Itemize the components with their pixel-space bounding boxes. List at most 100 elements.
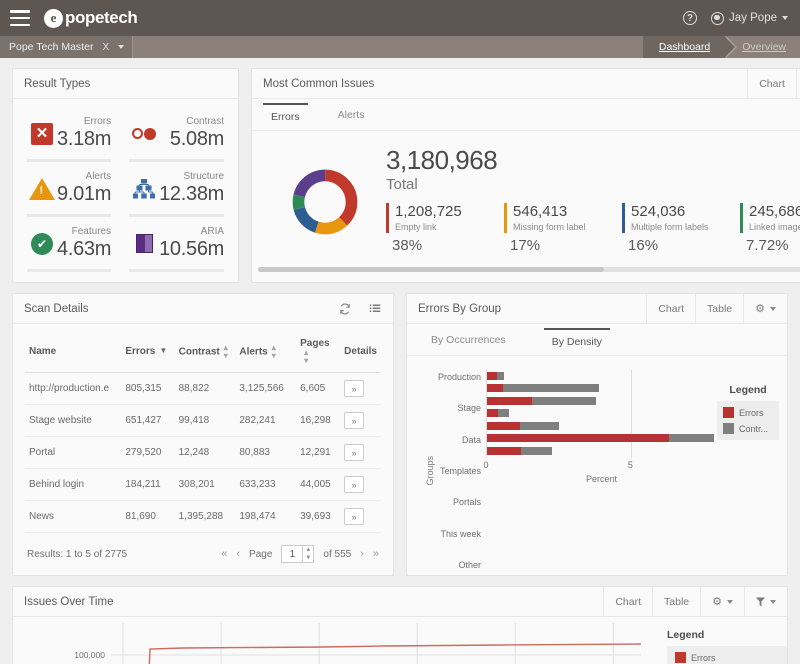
bar-group-this-week[interactable] <box>487 434 717 442</box>
breadcrumb-item-dashboard[interactable]: Dashboard <box>643 36 724 58</box>
horizontal-scrollbar[interactable] <box>258 267 800 272</box>
issue-stat-percent: 16% <box>622 237 726 254</box>
legend-item-0[interactable]: Errors <box>675 652 779 663</box>
donut-chart[interactable] <box>270 145 380 259</box>
result-types-grid: ✕Errors3.18m Contrast5.08m Alerts9.01m Stru… <box>13 99 238 282</box>
line-chart[interactable]: 100,000 <box>13 617 655 664</box>
cell-errors: 184,211 <box>121 469 174 501</box>
details-button[interactable]: » <box>344 508 364 525</box>
bar-contrast[interactable] <box>532 397 596 405</box>
bar-group-production[interactable] <box>487 372 717 380</box>
settings-button[interactable]: ⚙ <box>700 587 744 616</box>
table-row[interactable]: Stage website651,42799,418282,24116,298» <box>25 405 381 437</box>
bar-contrast[interactable] <box>520 422 559 430</box>
chart-view-button[interactable]: Chart <box>747 69 796 98</box>
grouped-bar-chart[interactable]: Groups ProductionStageDataTemplatesPorta… <box>411 370 717 571</box>
column-header-label: Details <box>344 346 377 357</box>
tab-by-occurrences[interactable]: By Occurrences <box>423 330 514 355</box>
column-header-errors[interactable]: Errors▼ <box>121 332 174 373</box>
column-header-label: Name <box>29 346 56 357</box>
bar-errors[interactable] <box>487 409 498 417</box>
cell-contrast: 308,201 <box>175 469 236 501</box>
table-view-button[interactable]: Table <box>652 587 700 616</box>
tab-errors[interactable]: Errors <box>263 103 308 130</box>
details-button[interactable]: » <box>344 476 364 493</box>
bar-errors[interactable] <box>487 447 521 455</box>
close-icon[interactable]: X <box>102 42 109 53</box>
bar-contrast[interactable] <box>521 447 553 455</box>
bar-contrast[interactable] <box>497 372 504 380</box>
column-header-contrast[interactable]: Contrast▴▾ <box>175 332 236 373</box>
y-tick-label: Portals <box>438 497 481 508</box>
topbar-right-group: ? Jay Pope <box>683 11 788 25</box>
prev-page-button[interactable]: ‹ <box>236 548 240 560</box>
details-button[interactable]: » <box>344 412 364 429</box>
result-type-text: Structure12.38m <box>159 171 224 206</box>
column-header-name[interactable]: Name <box>25 332 121 373</box>
list-icon[interactable] <box>360 294 393 323</box>
panel-title: Issues Over Time <box>13 587 603 616</box>
stepper-up-icon[interactable]: ▲ <box>305 547 311 553</box>
legend-swatch <box>675 652 686 663</box>
scrollbar-thumb[interactable] <box>258 267 604 272</box>
result-type-errors[interactable]: ✕Errors3.18m <box>27 107 111 162</box>
result-type-structure[interactable]: Structure12.38m <box>129 162 224 217</box>
result-type-alerts[interactable]: Alerts9.01m <box>27 162 111 217</box>
column-header-alerts[interactable]: Alerts▴▾ <box>235 332 296 373</box>
bar-errors[interactable] <box>487 384 503 392</box>
help-icon[interactable]: ? <box>683 11 697 25</box>
table-row[interactable]: Behind login184,211308,201633,23344,005» <box>25 469 381 501</box>
issue-stat-3[interactable]: 245,686Linked image7.72% <box>740 203 800 254</box>
column-header-details: Details <box>340 332 381 373</box>
column-header-pages[interactable]: Pages▴▾ <box>296 332 340 373</box>
refresh-icon[interactable] <box>330 294 360 323</box>
bar-group-portals[interactable] <box>487 422 717 430</box>
bar-errors[interactable] <box>487 372 497 380</box>
first-page-button[interactable]: « <box>221 548 227 560</box>
chevron-down-icon[interactable] <box>118 45 124 49</box>
table-view-button[interactable]: Table <box>796 69 800 98</box>
brand-logo[interactable]: e popetech <box>44 8 137 28</box>
tab-by-density[interactable]: By Density <box>544 328 610 355</box>
result-types-panel: Result Types ✕Errors3.18mContrast5.08mAl… <box>12 68 239 283</box>
details-button[interactable]: » <box>344 380 364 397</box>
bar-group-data[interactable] <box>487 397 717 405</box>
next-page-button[interactable]: › <box>360 548 364 560</box>
chart-view-button[interactable]: Chart <box>603 587 652 616</box>
legend-item-0[interactable]: Errors <box>723 407 773 418</box>
result-type-text: Errors3.18m <box>57 116 111 151</box>
issue-stat-percent: 38% <box>386 237 490 254</box>
table-row[interactable]: http://production.e805,31588,8223,125,56… <box>25 373 381 405</box>
last-page-button[interactable]: » <box>373 548 379 560</box>
page-stepper[interactable]: ▲ ▼ <box>303 545 314 563</box>
bar-group-other[interactable] <box>487 447 717 455</box>
stepper-down-icon[interactable]: ▼ <box>305 555 311 561</box>
bar-contrast[interactable] <box>669 434 714 442</box>
bar-errors[interactable] <box>487 434 669 442</box>
details-button[interactable]: » <box>344 444 364 461</box>
table-row[interactable]: News81,6901,395,288198,47439,693» <box>25 501 381 533</box>
bar-group-templates[interactable] <box>487 409 717 417</box>
table-view-button[interactable]: Table <box>695 294 743 323</box>
hamburger-menu-icon[interactable] <box>10 10 30 26</box>
user-menu[interactable]: Jay Pope <box>711 12 788 25</box>
issue-stat-1[interactable]: 546,413Missing form label17% <box>504 203 608 254</box>
legend-item-1[interactable]: Contr... <box>723 423 773 434</box>
bar-contrast[interactable] <box>498 409 508 417</box>
table-row[interactable]: Portal279,52012,24880,88312,291» <box>25 437 381 469</box>
bar-errors[interactable] <box>487 422 520 430</box>
bar-errors[interactable] <box>487 397 532 405</box>
chart-view-button[interactable]: Chart <box>646 294 695 323</box>
filter-button[interactable] <box>744 587 787 616</box>
result-type-features[interactable]: ✔Features4.63m <box>27 217 111 272</box>
bar-contrast[interactable] <box>503 384 599 392</box>
issue-stat-0[interactable]: 1,208,725Empty link38% <box>386 203 490 254</box>
tab-alerts[interactable]: Alerts <box>330 105 373 130</box>
result-type-aria[interactable]: ARIA10.56m <box>129 217 224 272</box>
page-input[interactable]: 1 <box>281 545 303 563</box>
bar-group-stage[interactable] <box>487 384 717 392</box>
site-tab[interactable]: Pope Tech Master X <box>0 36 133 58</box>
settings-button[interactable]: ⚙ <box>743 294 787 323</box>
issue-stat-2[interactable]: 524,036Multiple form labels16% <box>622 203 726 254</box>
result-type-contrast[interactable]: Contrast5.08m <box>129 107 224 162</box>
